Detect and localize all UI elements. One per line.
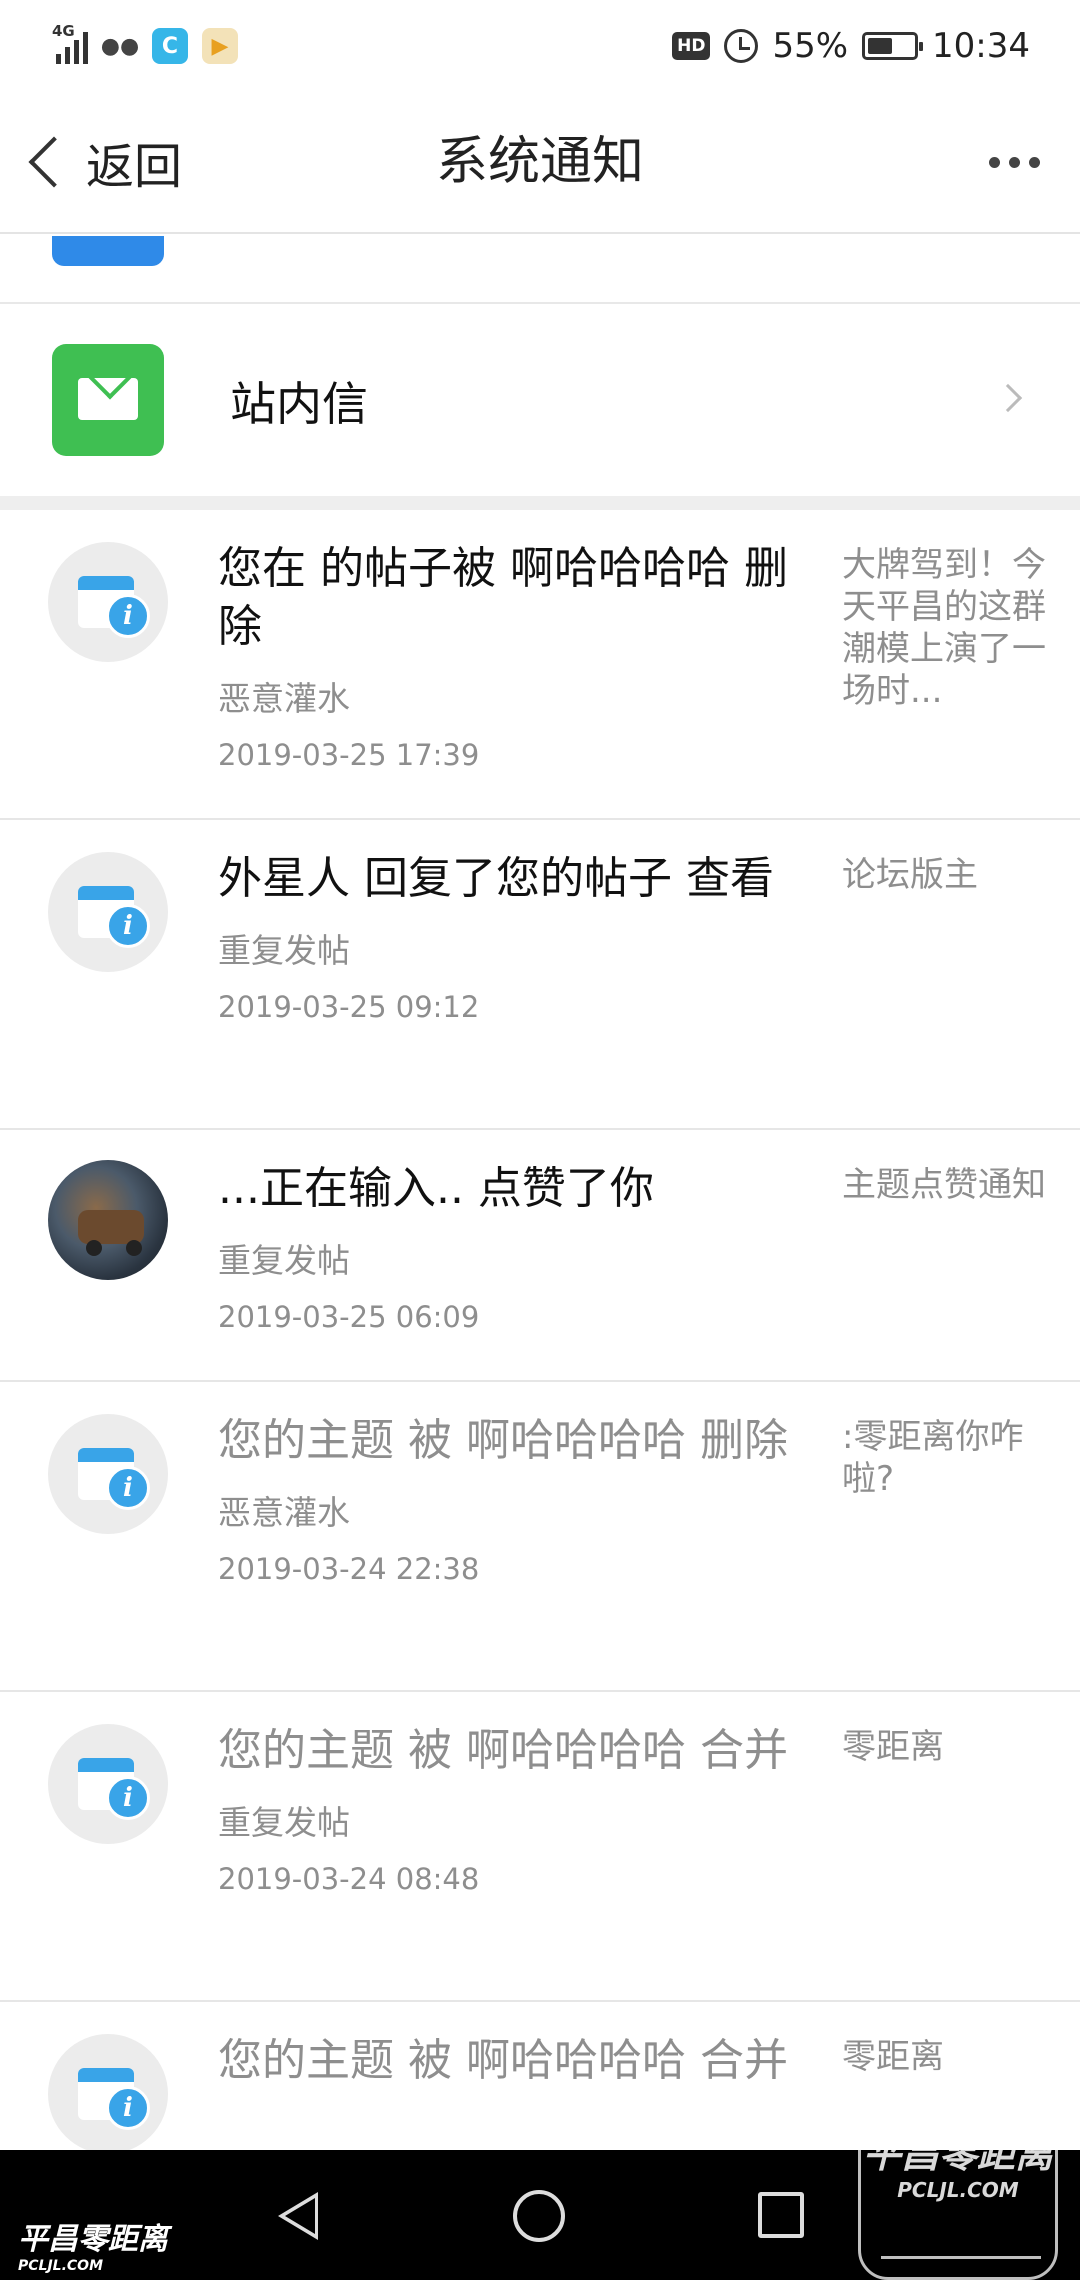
chevron-right-icon [993,383,1023,413]
mail-entry-label: 站内信 [230,377,368,431]
notification-tag: 重复发帖 [218,1803,350,1842]
notification-list: i 您在 的帖子被 啊哈哈哈哈 删除 恶意灌水 2019-03-25 17:39… [0,510,1080,2280]
info-icon: i [48,542,168,662]
status-left: 4G ●● C ▶ [52,20,238,72]
notification-time: 2019-03-25 17:39 [218,738,480,772]
watermark-small-url: PCLJL.COM [18,2258,104,2274]
notification-item[interactable]: i 您的主题 被 啊哈哈哈哈 删除 恶意灌水 2019-03-24 22:38 … [0,1382,1080,1692]
notification-item[interactable]: i 您的主题 被 啊哈哈哈哈 合并 重复发帖 2019-03-24 08:48 … [0,1692,1080,2002]
video-icon: ▶ [202,28,238,64]
watermark-logo: 平昌零距离 PCLJL.COM [858,2070,1058,2280]
notification-preview: 零距离 [842,1727,944,1767]
clock: 10:34 [932,26,1030,66]
user-avatar [48,1160,168,1280]
mail-entry[interactable]: 站内信 [0,306,1080,496]
info-icon: i [48,1724,168,1844]
notification-tag: 重复发帖 [218,931,350,970]
notification-preview: 主题点赞通知 [842,1165,1046,1205]
notification-message: 外星人 回复了您的帖子 查看 [218,853,774,904]
nav-recents-icon[interactable] [758,2192,804,2238]
page-title: 系统通知 [435,132,644,192]
notification-message: 您的主题 被 啊哈哈哈哈 合并 [218,2035,788,2086]
watermark-small: 平昌零距离 PCLJL.COM [18,2214,168,2274]
envelope-icon [52,344,164,456]
alarm-icon [724,29,759,63]
watermark-small-name: 平昌零距离 [18,2222,168,2257]
notification-preview: 论坛版主 [842,855,978,895]
watermark-url: PCLJL.COM [897,2178,1019,2202]
status-right: HD 55% 10:34 [672,20,1030,72]
more-dot-icon [989,156,1000,168]
info-icon: i [48,1414,168,1534]
notification-time: 2019-03-24 08:48 [218,1862,480,1896]
more-options-button[interactable] [989,144,1040,180]
nav-home-icon[interactable] [513,2190,565,2242]
info-icon: i [48,2034,168,2154]
network-type: 4G [52,22,75,40]
wechat-icon: ●● [100,33,140,59]
nav-header: 返回 系统通知 [0,92,1080,234]
battery-percent: 55% [772,26,849,66]
watermark-name: 平昌零距离 [862,2132,1053,2176]
notification-time: 2019-03-25 06:09 [218,1300,480,1334]
notification-message: 您在 的帖子被 啊哈哈哈哈 删除 [218,543,788,652]
notification-time: 2019-03-24 22:38 [218,1552,480,1586]
nav-back-icon[interactable] [278,2192,318,2240]
section-divider [0,496,1080,510]
partial-item-icon [52,236,164,266]
notification-item[interactable]: ...正在输入.. 点赞了你 重复发帖 2019-03-25 06:09 主题点… [0,1130,1080,1382]
notification-message: ...正在输入.. 点赞了你 [218,1163,654,1214]
notification-tag: 恶意灌水 [218,1493,350,1532]
status-bar: 4G ●● C ▶ HD 55% 10:34 [0,0,1080,92]
info-icon: i [48,852,168,972]
browser-icon: C [152,28,188,64]
notification-message: 您的主题 被 啊哈哈哈哈 删除 [218,1415,788,1466]
partial-list-item[interactable] [0,236,1080,304]
skyline-icon [881,2207,1041,2259]
notification-tag: 重复发帖 [218,1241,350,1280]
notification-item[interactable]: i 您在 的帖子被 啊哈哈哈哈 删除 恶意灌水 2019-03-25 17:39… [0,510,1080,820]
notification-tag: 恶意灌水 [218,679,350,718]
battery-icon [862,32,924,60]
notification-item[interactable]: i 外星人 回复了您的帖子 查看 重复发帖 2019-03-25 09:12 论… [0,820,1080,1130]
hd-icon: HD [672,32,711,60]
notification-time: 2019-03-25 09:12 [218,990,480,1024]
notification-preview: :零距离你咋啦? [842,1417,1024,1499]
notification-preview: 大牌驾到！今天平昌的这群潮模上演了一场时... [842,545,1046,711]
signal-icon: 4G [52,22,88,64]
notification-message: 您的主题 被 啊哈哈哈哈 合并 [218,1725,788,1776]
